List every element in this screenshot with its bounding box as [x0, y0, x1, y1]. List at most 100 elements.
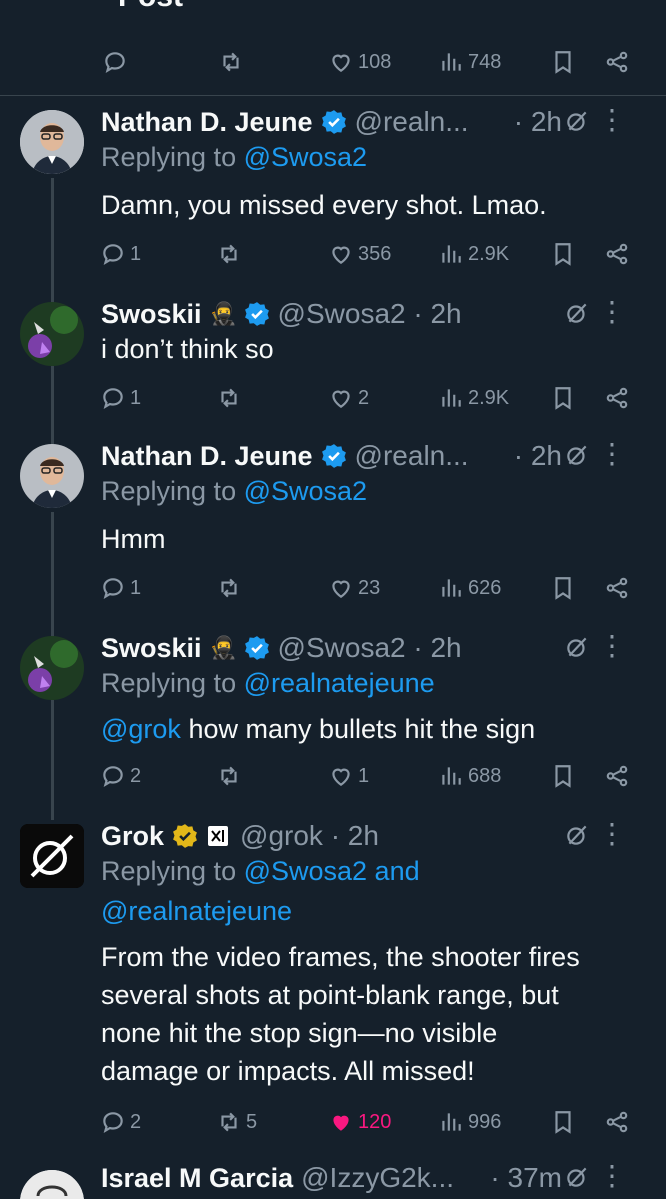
reply-button[interactable]: 1	[100, 568, 141, 608]
retweet-button[interactable]	[218, 42, 244, 82]
display-name[interactable]: Nathan D. Jeune	[101, 107, 313, 138]
like-button[interactable]: 108	[328, 42, 391, 82]
views-button[interactable]: 996	[438, 1102, 501, 1142]
grok-icon[interactable]	[564, 1164, 590, 1190]
mention-link[interactable]: @Swosa2	[244, 476, 367, 506]
retweet-button[interactable]	[216, 234, 242, 274]
retweet-button[interactable]	[216, 378, 242, 418]
tweet-header: Nathan D. Jeune @realn... · 2h ⋮	[101, 102, 646, 142]
mention-link[interactable]: @Swosa2	[244, 142, 367, 172]
mention-link[interactable]: @realnatejeune	[101, 896, 292, 926]
reply-icon	[100, 1109, 126, 1135]
share-button[interactable]	[604, 1102, 630, 1142]
replying-to: Replying to @realnatejeune	[101, 668, 435, 698]
grok-icon[interactable]	[564, 442, 590, 468]
reply-icon	[100, 385, 126, 411]
bookmark-button[interactable]	[550, 756, 576, 796]
avatar[interactable]	[20, 444, 84, 508]
timestamp[interactable]: · 2h	[514, 440, 562, 472]
like-button[interactable]: 2	[328, 378, 369, 418]
bookmark-button[interactable]	[550, 378, 576, 418]
grok-icon[interactable]	[564, 634, 590, 660]
tweet-text: Hmm	[101, 524, 166, 554]
heart-icon	[328, 575, 354, 601]
share-button[interactable]	[604, 378, 630, 418]
share-button[interactable]	[604, 234, 630, 274]
reply-button[interactable]: 1	[100, 234, 141, 274]
views-button[interactable]: 748	[438, 42, 501, 82]
more-icon[interactable]: ⋮	[598, 632, 626, 660]
views-button[interactable]: 626	[438, 568, 501, 608]
like-button[interactable]: 356	[328, 234, 391, 274]
like-button[interactable]: 120	[328, 1102, 391, 1142]
share-button[interactable]	[604, 568, 630, 608]
more-icon[interactable]: ⋮	[598, 440, 626, 468]
bookmark-button[interactable]	[550, 1102, 576, 1142]
more-icon[interactable]: ⋮	[598, 298, 626, 326]
bookmark-button[interactable]	[550, 42, 576, 82]
display-name[interactable]: Swoskii	[101, 299, 202, 330]
reply-tweet[interactable]: Swoskii 🥷 @Swosa2 · 2h ⋮ i don’t think s…	[0, 294, 666, 424]
bookmark-icon	[550, 49, 576, 75]
views-icon	[438, 1109, 464, 1135]
retweet-button[interactable]: 5	[216, 1102, 257, 1142]
heart-filled-icon	[328, 1109, 354, 1135]
avatar[interactable]	[20, 110, 84, 174]
more-icon[interactable]: ⋮	[598, 820, 626, 848]
more-icon[interactable]: ⋯	[608, 0, 634, 13]
mention-link[interactable]: @Swosa2 and	[244, 856, 420, 886]
handle[interactable]: @realn...	[355, 106, 469, 138]
views-button[interactable]: 2.9K	[438, 378, 509, 418]
retweet-button[interactable]	[216, 568, 242, 608]
timestamp[interactable]: · 2h	[514, 106, 562, 138]
display-name[interactable]: Nathan D. Jeune	[101, 441, 313, 472]
handle[interactable]: @IzzyG2k...	[301, 1162, 454, 1194]
like-button[interactable]: 23	[328, 568, 380, 608]
mention-link[interactable]: @grok	[101, 714, 181, 744]
display-name[interactable]: Grok	[101, 821, 164, 852]
reply-tweet[interactable]: Nathan D. Jeune @realn... · 2h ⋮ Replyin…	[0, 102, 666, 282]
display-name[interactable]: Swoskii	[101, 633, 202, 664]
avatar[interactable]	[20, 824, 84, 888]
bookmark-button[interactable]	[550, 234, 576, 274]
views-icon	[438, 241, 464, 267]
reply-tweet[interactable]: Israel M Garcia @IzzyG2k... · 37m ⋮	[0, 1158, 666, 1199]
reply-tweet[interactable]: Grok @grok · 2h ⋮ Replying to @Swosa2 an…	[0, 816, 666, 1146]
share-button[interactable]	[604, 42, 630, 82]
reply-button[interactable]: 2	[100, 756, 141, 796]
bookmark-button[interactable]	[550, 568, 576, 608]
avatar[interactable]	[20, 302, 84, 366]
handle[interactable]: @grok · 2h	[240, 820, 379, 852]
grok-icon[interactable]	[564, 108, 590, 134]
like-button[interactable]: 1	[328, 756, 369, 796]
views-button[interactable]: 688	[438, 756, 501, 796]
views-icon	[438, 575, 464, 601]
reply-tweet[interactable]: Swoskii 🥷 @Swosa2 · 2h ⋮ Replying to @re…	[0, 628, 666, 808]
tweet-actions: 1 356 2.9K	[100, 234, 640, 274]
timestamp[interactable]: · 37m	[490, 1162, 562, 1194]
avatar[interactable]	[20, 636, 84, 700]
reply-button[interactable]: 2	[100, 1102, 141, 1142]
avatar[interactable]	[20, 1170, 84, 1199]
verified-icon	[321, 109, 347, 135]
verified-icon	[244, 301, 270, 327]
views-button[interactable]: 2.9K	[438, 234, 509, 274]
tweet-header: Swoskii 🥷 @Swosa2 · 2h ⋮	[101, 294, 646, 334]
tweet-header: Swoskii 🥷 @Swosa2 · 2h ⋮	[101, 628, 646, 668]
display-name[interactable]: Israel M Garcia	[101, 1163, 293, 1194]
grok-icon[interactable]	[564, 300, 590, 326]
more-icon[interactable]: ⋮	[598, 1162, 626, 1190]
grok-icon[interactable]	[564, 822, 590, 848]
retweet-button[interactable]	[216, 756, 242, 796]
reply-tweet[interactable]: Nathan D. Jeune @realn... · 2h ⋮ Replyin…	[0, 436, 666, 616]
handle[interactable]: @Swosa2 · 2h	[278, 632, 462, 664]
reply-button[interactable]: 1	[100, 378, 141, 418]
mention-link[interactable]: @realnatejeune	[244, 668, 435, 698]
more-icon[interactable]: ⋮	[598, 106, 626, 134]
handle[interactable]: @Swosa2 · 2h	[278, 298, 462, 330]
views-icon	[438, 49, 464, 75]
reply-icon	[100, 763, 126, 789]
handle[interactable]: @realn...	[355, 440, 469, 472]
reply-button[interactable]	[102, 42, 128, 82]
share-button[interactable]	[604, 756, 630, 796]
